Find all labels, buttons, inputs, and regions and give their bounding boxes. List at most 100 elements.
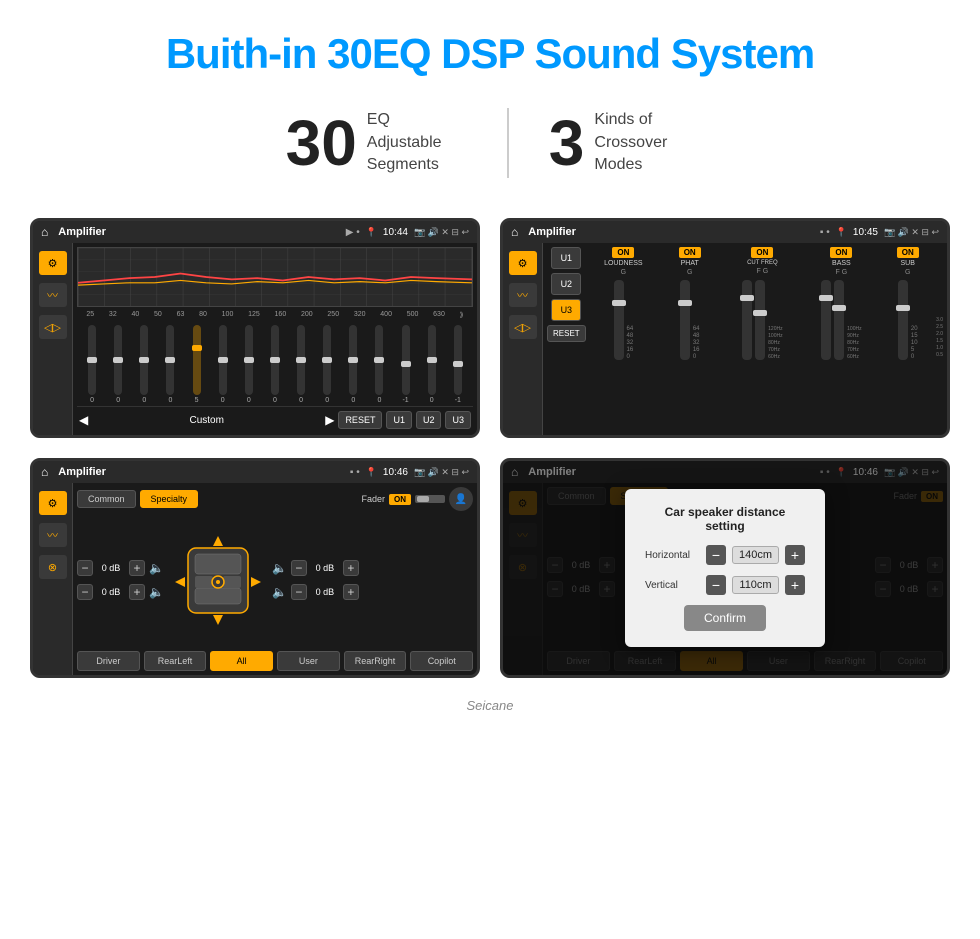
eq-slider-1: 0 [114,325,122,404]
fader-slider[interactable] [415,495,445,503]
eq-slider-10: 0 [349,325,357,404]
eq-side-vol-btn[interactable]: ◁▷ [39,315,67,339]
vertical-minus-btn[interactable]: − [706,575,726,595]
lf-vol-minus[interactable]: − [77,560,93,576]
stat-eq-desc: EQ AdjustableSegments [367,109,467,176]
eq-side-eq-btn[interactable]: ⚙ [39,251,67,275]
page-title: Buith-in 30EQ DSP Sound System [0,0,980,98]
lf-vol-val: 0 dB [97,563,125,573]
eq-freq-labels: 2532405063 80100125160200 25032040050063… [77,311,473,319]
eq-content: 2532405063 80100125160200 25032040050063… [73,243,477,435]
lr-vol-minus[interactable]: − [77,584,93,600]
xover-icons: ▪ • [820,227,830,238]
eq-reset-btn[interactable]: RESET [338,411,382,429]
cutfreq-slider-g[interactable] [755,280,765,360]
eq-u3-btn[interactable]: U3 [445,411,471,429]
xover-u1-btn[interactable]: U1 [551,247,581,269]
cutfreq-slider-f[interactable] [742,280,752,360]
dialog-vertical-row: Vertical − 110cm + [645,575,805,595]
bass-slider-g[interactable] [834,280,844,360]
vertical-value: 110cm [732,576,779,594]
stat-eq: 30 EQ AdjustableSegments [246,109,507,176]
xover-u3-btn[interactable]: U3 [551,299,581,321]
xover-home-icon[interactable]: ⌂ [511,225,518,239]
horizontal-minus-btn[interactable]: − [706,545,726,565]
spec-pin-icon: 📍 [366,467,377,478]
eq-side-wave-btn[interactable]: 〰 [39,283,67,307]
stat-eq-number: 30 [286,111,357,175]
sub-slider1[interactable] [898,280,908,360]
xover-side-vol-btn[interactable]: ◁▷ [509,315,537,339]
xover-u2-btn[interactable]: U2 [551,273,581,295]
rearleft-btn[interactable]: RearLeft [144,651,207,671]
xover-side-eq-btn[interactable]: ⚙ [509,251,537,275]
loudness-on: ON [612,247,634,258]
spec-side-eq-btn[interactable]: ⚙ [39,491,67,515]
sub-label: SUB [901,260,915,267]
spec-side-bt-btn[interactable]: ⊗ [39,555,67,579]
spec-home-icon[interactable]: ⌂ [41,465,48,479]
loudness-slider1[interactable] [614,280,624,360]
lr-vol-plus[interactable]: + [129,584,145,600]
horizontal-plus-btn[interactable]: + [785,545,805,565]
dialog-horizontal-row: Horizontal − 140cm + [645,545,805,565]
all-btn[interactable]: All [210,651,273,671]
spec-sidebar: ⚙ 〰 ⊗ [33,483,73,675]
screen-distance: ⌂ Amplifier ▪ • 📍 10:46 📷 🔊 ✕ ⊟ ↩ ⚙ 〰 ⊗ … [500,458,950,678]
user-btn[interactable]: User [277,651,340,671]
eq-icons: ▶ • [346,227,360,238]
fader-handle [417,496,429,502]
bass-slider-f[interactable] [821,280,831,360]
spec-tabs: Common Specialty [77,490,198,508]
loudness-g-label: G [621,269,626,276]
phat-slider1[interactable] [680,280,690,360]
bass-on: ON [830,247,852,258]
eq-prev-btn[interactable]: ◀ [79,413,88,427]
eq-pin-icon: 📍 [366,227,377,238]
specialty-tab[interactable]: Specialty [140,490,199,508]
fader-on-badge: ON [389,494,411,505]
eq-slider-13: 0 [428,325,436,404]
eq-slider-2: 0 [140,325,148,404]
copilot-btn[interactable]: Copilot [410,651,473,671]
eq-graph [77,247,473,307]
xover-screen-title: Amplifier [528,226,814,238]
spec-side-wave-btn[interactable]: 〰 [39,523,67,547]
dialog-horizontal-label: Horizontal [645,550,700,561]
rf-vol-minus[interactable]: − [291,560,307,576]
lr-vol-val: 0 dB [97,587,125,597]
driver-btn[interactable]: Driver [77,651,140,671]
rr-vol-plus[interactable]: + [343,584,359,600]
eq-next-btn[interactable]: ▶ [325,413,334,427]
right-volumes: 🔈 − 0 dB + 🔈 − 0 dB + [272,560,359,600]
vertical-plus-btn[interactable]: + [785,575,805,595]
statusbar-eq: ⌂ Amplifier ▶ • 📍 10:44 📷 🔊 ✕ ⊟ ↩ [33,221,477,243]
lf-vol-plus[interactable]: + [129,560,145,576]
rearright-btn[interactable]: RearRight [344,651,407,671]
eq-slider-11: 0 [375,325,383,404]
eq-sidebar: ⚙ 〰 ◁▷ [33,243,73,435]
spec-time: 10:46 [383,467,408,478]
rr-vol-minus[interactable]: − [291,584,307,600]
watermark: Seicane [0,698,980,723]
eq-sliders: 0 0 0 0 5 [77,323,473,406]
eq-u2-btn[interactable]: U2 [416,411,442,429]
cutfreq-on: ON [751,247,773,258]
profile-icon[interactable]: 👤 [449,487,473,511]
rr-spk-icon: 🔈 [272,585,287,599]
eq-u1-btn[interactable]: U1 [386,411,412,429]
phat-g-label: G [687,269,692,276]
stats-row: 30 EQ AdjustableSegments 3 Kinds ofCross… [0,98,980,208]
xover-side-wave-btn[interactable]: 〰 [509,283,537,307]
eq-slider-9: 0 [323,325,331,404]
spec-icons: ▪ • [350,467,360,478]
xover-reset-btn[interactable]: RESET [547,325,586,342]
rf-vol-plus[interactable]: + [343,560,359,576]
distance-dialog: Car speaker distance setting Horizontal … [625,489,825,647]
screen-eq: ⌂ Amplifier ▶ • 📍 10:44 📷 🔊 ✕ ⊟ ↩ ⚙ 〰 ◁▷ [30,218,480,438]
common-tab[interactable]: Common [77,490,136,508]
home-icon[interactable]: ⌂ [41,225,48,239]
eq-slider-5: 0 [219,325,227,404]
statusbar-xover: ⌂ Amplifier ▪ • 📍 10:45 📷 🔊 ✕ ⊟ ↩ [503,221,947,243]
confirm-button[interactable]: Confirm [684,605,766,631]
